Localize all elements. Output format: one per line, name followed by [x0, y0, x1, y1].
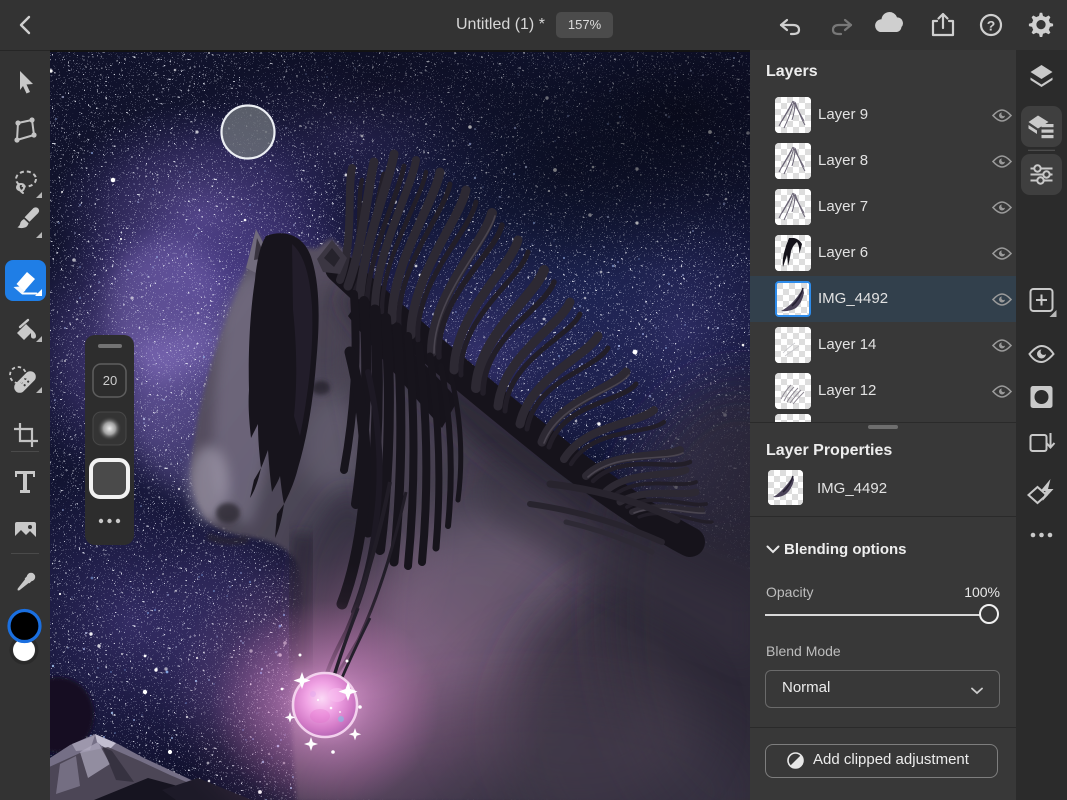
svg-text:20: 20 [103, 373, 117, 388]
svg-text:?: ? [987, 18, 996, 34]
